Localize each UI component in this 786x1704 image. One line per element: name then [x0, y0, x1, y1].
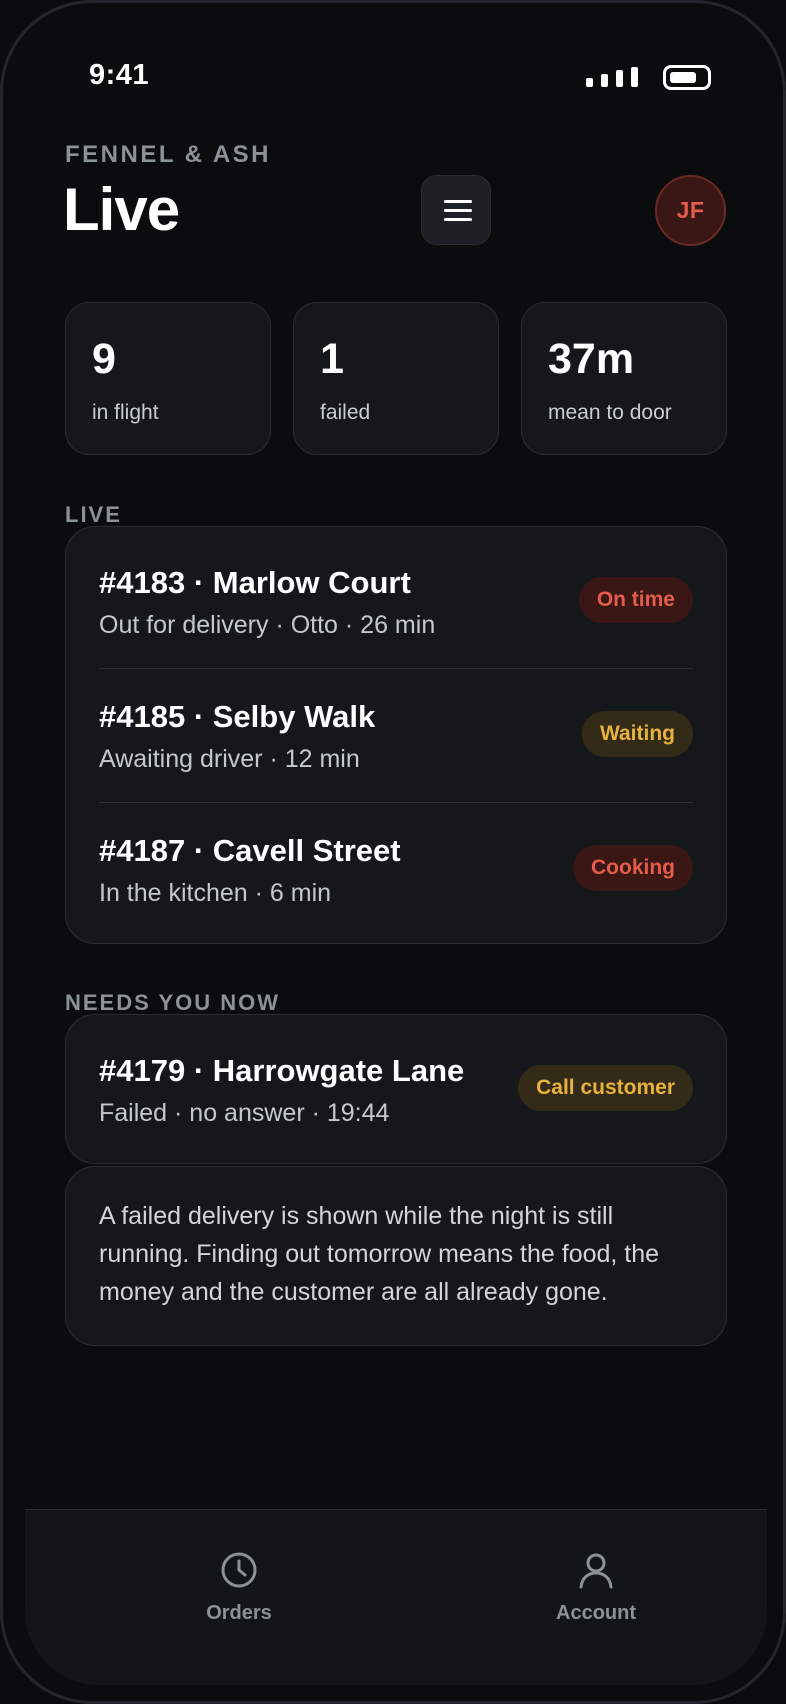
- battery-icon: [663, 65, 711, 90]
- section-label-needs-you-now: NEEDS YOU NOW: [65, 990, 281, 1015]
- stat-card-mean-to-door: 37m mean to door: [521, 302, 727, 455]
- tab-bar: Orders Account: [25, 1509, 767, 1685]
- stat-label: mean to door: [548, 401, 672, 424]
- info-card: A failed delivery is shown while the nig…: [65, 1166, 727, 1346]
- phone-screen: 9:41 FENNEL & ASH Live JF 9 in flight 1 …: [0, 0, 786, 1704]
- page-title: Live: [63, 176, 180, 243]
- status-time: 9:41: [89, 59, 150, 91]
- order-row[interactable]: #4185 · Selby Walk Awaiting driver · 12 …: [99, 661, 693, 795]
- status-badge: On time: [578, 577, 693, 623]
- stat-card-in-flight: 9 in flight: [65, 302, 271, 455]
- order-row[interactable]: #4187 · Cavell Street In the kitchen · 6…: [99, 795, 693, 929]
- live-orders-card: #4183 · Marlow Court Out for delivery · …: [65, 526, 727, 944]
- stat-value: 9: [92, 335, 116, 383]
- signal-icon: [586, 67, 642, 87]
- avatar[interactable]: JF: [655, 175, 726, 246]
- tab-orders[interactable]: Orders: [149, 1540, 329, 1640]
- stat-label: in flight: [92, 401, 159, 424]
- needs-you-card: #4179 · Harrowgate Lane Failed · no answ…: [65, 1014, 727, 1164]
- stat-value: 1: [320, 335, 344, 383]
- tab-account[interactable]: Account: [506, 1540, 686, 1640]
- clock-icon: [221, 1552, 257, 1588]
- brand-name: FENNEL & ASH: [65, 141, 272, 168]
- status-bar: 9:41: [3, 3, 783, 133]
- order-subtitle: Out for delivery · Otto · 26 min: [99, 611, 436, 639]
- failed-order-row[interactable]: #4179 · Harrowgate Lane Failed · no answ…: [99, 1015, 693, 1149]
- section-label-live: LIVE: [65, 502, 122, 527]
- menu-button[interactable]: [421, 175, 491, 245]
- stat-label: failed: [320, 401, 371, 424]
- call-customer-button[interactable]: Call customer: [518, 1065, 693, 1111]
- tab-label: Account: [556, 1602, 636, 1624]
- person-icon: [579, 1553, 613, 1589]
- info-text: A failed delivery is shown while the nig…: [99, 1202, 660, 1306]
- order-subtitle: Awaiting driver · 12 min: [99, 745, 360, 773]
- stat-card-failed: 1 failed: [293, 302, 499, 455]
- order-title: #4185 · Selby Walk: [99, 699, 376, 734]
- status-badge: Cooking: [573, 845, 693, 891]
- order-title: #4187 · Cavell Street: [99, 833, 401, 868]
- order-subtitle: Failed · no answer · 19:44: [99, 1099, 390, 1127]
- stat-value: 37m: [548, 335, 635, 383]
- order-subtitle: In the kitchen · 6 min: [99, 879, 332, 907]
- tab-label: Orders: [206, 1602, 272, 1624]
- order-row[interactable]: #4183 · Marlow Court Out for delivery · …: [99, 527, 693, 661]
- order-title: #4179 · Harrowgate Lane: [99, 1053, 465, 1088]
- status-badge: Waiting: [581, 711, 693, 757]
- order-title: #4183 · Marlow Court: [99, 565, 411, 600]
